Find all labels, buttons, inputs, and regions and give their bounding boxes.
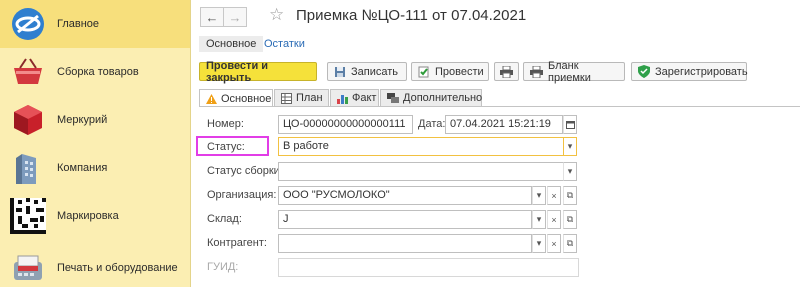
shopping-basket-icon xyxy=(10,54,46,90)
acceptance-form-button[interactable]: Бланк приемки xyxy=(523,59,625,84)
tab-additional[interactable]: Дополнительно xyxy=(380,89,482,106)
tab-plan[interactable]: План xyxy=(274,89,329,106)
dropdown-arrow-icon: ▾ xyxy=(536,238,542,248)
button-label: Зарегистрировать xyxy=(655,65,748,78)
clear-icon: × xyxy=(551,214,557,225)
sidebar-item-mercury[interactable]: Меркурий xyxy=(0,96,190,144)
counterparty-open-button[interactable]: ⧉ xyxy=(563,234,577,253)
button-label: Провести и закрыть xyxy=(206,59,269,84)
calendar-button[interactable] xyxy=(563,115,577,134)
dropdown-arrow-icon: ▾ xyxy=(536,214,542,224)
organization-clear-button[interactable]: × xyxy=(547,186,561,205)
sidebar: Главное Сборка товаров Меркурий Компания… xyxy=(0,0,191,287)
warehouse-clear-button[interactable]: × xyxy=(547,210,561,229)
sidebar-item-label: Главное xyxy=(57,18,100,30)
comments-icon xyxy=(387,92,399,104)
button-label: Провести xyxy=(435,65,484,78)
sidebar-item-label: Маркировка xyxy=(57,210,119,222)
status-dropdown-button[interactable]: ▾ xyxy=(563,137,577,156)
button-label: Записать xyxy=(351,65,399,78)
sidebar-item-label: Сборка товаров xyxy=(57,66,139,78)
register-button[interactable]: Зарегистрировать xyxy=(631,62,748,81)
dropdown-arrow-icon: ▾ xyxy=(536,190,542,200)
1c-logo-icon xyxy=(10,6,46,42)
button-label: Бланк приемки xyxy=(548,59,591,84)
printer-icon xyxy=(530,65,543,78)
dropdown-arrow-icon: ▾ xyxy=(567,141,573,151)
organization-label: Организация: xyxy=(207,189,277,201)
status-label: Статус: xyxy=(207,141,245,153)
guid-field xyxy=(278,258,579,277)
date-field[interactable]: 07.04.2021 15:21:19 xyxy=(445,115,563,134)
organization-open-button[interactable]: ⧉ xyxy=(563,186,577,205)
assembly-status-select[interactable] xyxy=(278,162,565,181)
sidebar-item-marking[interactable]: Маркировка xyxy=(0,192,190,240)
date-label: Дата: xyxy=(418,118,446,130)
tab-label: Факт xyxy=(352,92,377,104)
tab-main-section[interactable]: Основное xyxy=(199,36,264,52)
sidebar-item-label: Меркурий xyxy=(57,114,108,126)
shield-icon xyxy=(638,65,650,78)
post-button[interactable]: Провести xyxy=(411,62,489,81)
arrow-right-icon: → xyxy=(228,9,242,25)
sidebar-item-goods-assembly[interactable]: Сборка товаров xyxy=(0,48,190,96)
post-document-icon xyxy=(418,66,430,78)
tab-divider xyxy=(199,106,800,107)
post-and-close-button[interactable]: Провести и закрыть xyxy=(199,59,317,84)
red-cube-icon xyxy=(10,102,46,138)
table-icon xyxy=(281,92,292,104)
warehouse-open-button[interactable]: ⧉ xyxy=(563,210,577,229)
organization-dropdown-button[interactable]: ▾ xyxy=(532,186,546,205)
datamatrix-icon xyxy=(10,198,46,234)
tab-fact[interactable]: Факт xyxy=(330,89,379,106)
floppy-disk-icon xyxy=(334,66,346,78)
guid-label: ГУИД: xyxy=(207,261,239,273)
calendar-icon xyxy=(565,120,575,129)
assembly-status-label: Статус сборки: xyxy=(207,165,283,177)
open-link-icon: ⧉ xyxy=(566,238,574,248)
number-field[interactable]: ЦО-00000000000000111 xyxy=(278,115,413,134)
save-button[interactable]: Записать xyxy=(327,62,407,81)
print-button[interactable] xyxy=(494,62,519,81)
counterparty-dropdown-button[interactable]: ▾ xyxy=(532,234,546,253)
warning-icon xyxy=(206,93,217,104)
document-form: ← → ☆ Приемка №ЦО-111 от 07.04.2021 Осно… xyxy=(191,0,800,287)
card-reader-icon xyxy=(10,250,46,286)
building-icon xyxy=(10,150,46,186)
back-button[interactable]: ← xyxy=(200,7,224,27)
sidebar-item-label: Компания xyxy=(57,162,108,174)
organization-field[interactable]: ООО "РУСМОЛОКО" xyxy=(278,186,532,205)
tab-main[interactable]: Основное xyxy=(199,89,273,107)
warehouse-field[interactable]: J xyxy=(278,210,532,229)
favorite-star-icon[interactable]: ☆ xyxy=(269,5,284,25)
tab-label: Основное xyxy=(221,92,272,105)
counterparty-field[interactable] xyxy=(278,234,532,253)
warehouse-dropdown-button[interactable]: ▾ xyxy=(532,210,546,229)
forward-button[interactable]: → xyxy=(223,7,247,27)
dropdown-arrow-icon: ▾ xyxy=(567,166,573,176)
clear-icon: × xyxy=(551,190,557,201)
printer-icon xyxy=(500,65,513,78)
open-link-icon: ⧉ xyxy=(566,214,574,224)
tab-label: План xyxy=(296,92,323,104)
status-select[interactable]: В работе xyxy=(278,137,565,156)
page-title: Приемка №ЦО-111 от 07.04.2021 xyxy=(296,7,527,24)
link-remains[interactable]: Остатки xyxy=(257,36,312,52)
sidebar-item-print-equipment[interactable]: Печать и оборудование xyxy=(0,244,190,292)
open-link-icon: ⧉ xyxy=(566,190,574,200)
number-label: Номер: xyxy=(207,118,244,130)
clear-icon: × xyxy=(551,238,557,249)
chart-icon xyxy=(337,93,348,104)
counterparty-label: Контрагент: xyxy=(207,237,267,249)
arrow-left-icon: ← xyxy=(205,9,219,25)
assembly-status-dropdown-button[interactable]: ▾ xyxy=(563,162,577,181)
tab-label: Дополнительно xyxy=(403,92,483,104)
sidebar-item-label: Печать и оборудование xyxy=(57,262,178,274)
sidebar-item-main[interactable]: Главное xyxy=(0,0,190,48)
sidebar-item-company[interactable]: Компания xyxy=(0,144,190,192)
counterparty-clear-button[interactable]: × xyxy=(547,234,561,253)
warehouse-label: Склад: xyxy=(207,213,242,225)
